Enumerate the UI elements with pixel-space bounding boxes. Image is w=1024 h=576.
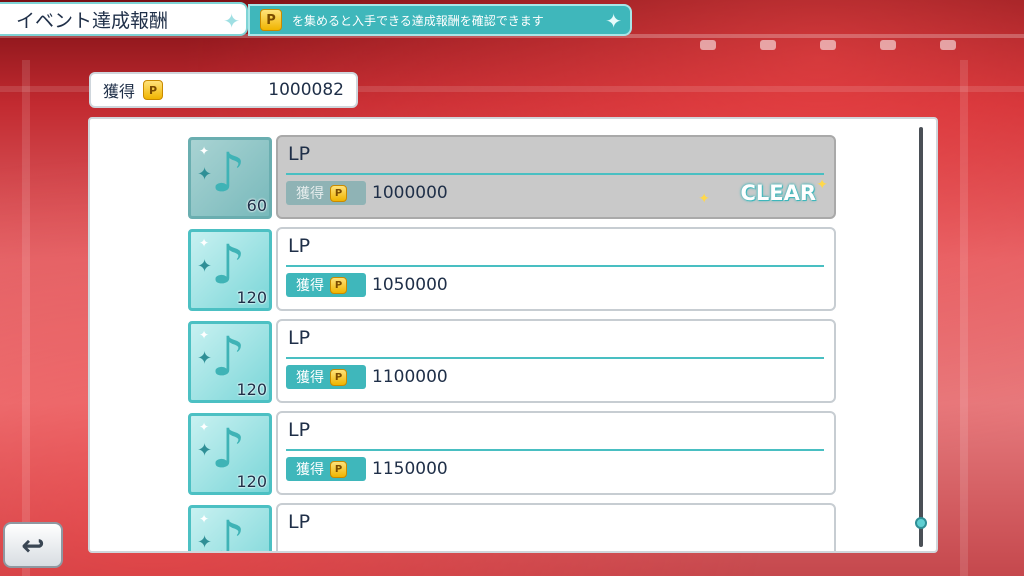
reward-card: LP 獲得 P 1050000: [276, 227, 836, 311]
music-note-icon: ♪: [211, 233, 246, 296]
scrollbar-thumb[interactable]: [915, 517, 927, 529]
reward-row[interactable]: ✦ ✦ ♪ 120 LP 獲得 P 1150000: [188, 411, 838, 495]
divider: [286, 265, 824, 267]
music-note-icon: ♪: [211, 509, 246, 553]
reward-row[interactable]: ✦ ✦ ♪ 60 LP 獲得 P 1000000 ✦ CLEAR ✦: [188, 135, 838, 219]
required-points: 1100000: [372, 367, 448, 387]
acquired-points-value: 1000082: [268, 80, 344, 100]
reward-count: 120: [236, 472, 267, 491]
reward-count: 60: [246, 196, 267, 215]
sparkle-icon: ✦: [605, 9, 622, 33]
reward-count: 120: [236, 288, 267, 307]
reward-card: LP 獲得 P 1000000 ✦ CLEAR ✦: [276, 135, 836, 219]
point-badge-icon: P: [143, 80, 164, 100]
required-points: 1050000: [372, 275, 448, 295]
sparkle-icon: ✦: [199, 144, 210, 158]
sparkle-icon: ✦: [223, 9, 240, 33]
divider: [286, 449, 824, 451]
music-note-icon: ♪: [211, 417, 246, 480]
sparkle-icon: ✦: [197, 532, 213, 553]
back-button[interactable]: ↩: [3, 522, 63, 568]
hint-text: を集めると入手できる達成報酬を確認できます: [292, 13, 544, 28]
reward-thumbnail: ✦ ✦ ♪ 120: [188, 321, 272, 403]
required-points: 1000000: [372, 183, 448, 203]
reward-thumbnail: ✦ ✦ ♪ 120: [188, 229, 272, 311]
requirement-label: 獲得 P: [286, 457, 366, 481]
requirement-text: 獲得: [296, 278, 324, 294]
reward-thumbnail: ✦ ✦ ♪: [188, 505, 272, 553]
sparkle-icon: ✦: [199, 512, 210, 526]
point-badge-icon: P: [260, 9, 282, 31]
reward-list-panel[interactable]: ✦ ✦ ♪ 60 LP 獲得 P 1000000 ✦ CLEAR ✦ ✦ ✦ ♪…: [88, 117, 938, 553]
point-badge-icon: P: [330, 460, 347, 478]
divider: [286, 357, 824, 359]
sparkle-icon: ✦: [199, 420, 210, 434]
reward-row[interactable]: ✦ ✦ ♪ LP: [188, 503, 838, 553]
reward-row[interactable]: ✦ ✦ ♪ 120 LP 獲得 P 1050000: [188, 227, 838, 311]
requirement-text: 獲得: [296, 462, 324, 478]
reward-card: LP 獲得 P 1100000: [276, 319, 836, 403]
reward-name: LP: [288, 511, 311, 533]
reward-card: LP: [276, 503, 836, 551]
stage-lamp: [940, 40, 956, 50]
reward-count: 120: [236, 380, 267, 399]
stage-lamp: [820, 40, 836, 50]
acquired-label: 獲得: [103, 82, 136, 101]
requirement-text: 獲得: [296, 186, 324, 202]
stage-lamp: [880, 40, 896, 50]
reward-row[interactable]: ✦ ✦ ♪ 120 LP 獲得 P 1100000: [188, 319, 838, 403]
reward-thumbnail: ✦ ✦ ♪ 60: [188, 137, 272, 219]
screen-title: イベント達成報酬: [16, 9, 169, 32]
sparkle-icon: ✦: [197, 348, 213, 369]
reward-name: LP: [288, 419, 311, 441]
acquired-points-bar: 獲得 P 1000082: [89, 72, 358, 108]
point-badge-icon: P: [330, 368, 347, 386]
point-badge-icon: P: [330, 184, 347, 202]
requirement-label: 獲得 P: [286, 365, 366, 389]
music-note-icon: ♪: [211, 325, 246, 388]
sparkle-icon: ✦: [199, 236, 210, 250]
point-badge-icon: P: [330, 276, 347, 294]
divider: [286, 173, 824, 175]
reward-card: LP 獲得 P 1150000: [276, 411, 836, 495]
reward-name: LP: [288, 327, 311, 349]
reward-name: LP: [288, 235, 311, 257]
stage-lamp: [760, 40, 776, 50]
requirement-text: 獲得: [296, 370, 324, 386]
sparkle-icon: ✦: [197, 440, 213, 461]
sparkle-icon: ✦: [199, 328, 210, 342]
sparkle-icon: ✦: [197, 164, 213, 185]
requirement-label: 獲得 P: [286, 181, 366, 205]
hint-plate: P を集めると入手できる達成報酬を確認できます ✦: [248, 4, 632, 36]
requirement-label: 獲得 P: [286, 273, 366, 297]
back-arrow-icon: ↩: [21, 528, 45, 562]
sparkle-icon: ✦: [698, 191, 710, 207]
sparkle-icon: ✦: [197, 256, 213, 277]
reward-thumbnail: ✦ ✦ ♪ 120: [188, 413, 272, 495]
sparkle-icon: ✦: [816, 177, 828, 193]
scrollbar-track[interactable]: [919, 127, 923, 547]
stage-truss-right: [960, 60, 968, 576]
screen-title-plate: イベント達成報酬 ✦: [0, 2, 248, 36]
reward-name: LP: [288, 143, 311, 165]
music-note-icon: ♪: [211, 141, 246, 204]
required-points: 1150000: [372, 459, 448, 479]
stage-truss-left: [22, 60, 30, 576]
clear-status-badge: CLEAR: [740, 181, 816, 205]
stage-lamp: [700, 40, 716, 50]
